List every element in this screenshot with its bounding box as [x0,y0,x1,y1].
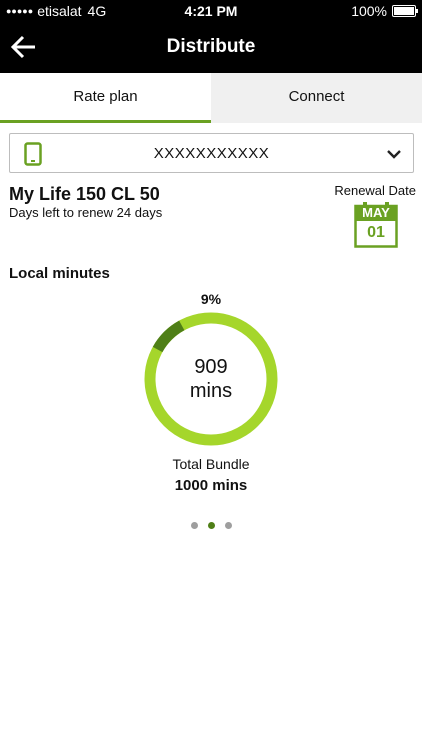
selected-number: XXXXXXXXXXX [153,145,270,162]
calendar-month: MAY [362,205,390,220]
page-dot[interactable] [224,522,232,529]
page-dot[interactable] [207,522,215,529]
status-right: 100% [351,3,418,19]
chevron-down-icon[interactable] [387,149,401,159]
page-dot[interactable] [190,522,198,529]
tab-bar: Rate plan Connect [0,73,422,123]
tab-connect[interactable]: Connect [211,73,422,123]
plan-name: My Life 150 CL 50 [9,184,160,204]
number-selector[interactable]: XXXXXXXXXXX [9,133,414,173]
status-bar: ●●●●● etisalat 4G 4:21 PM 100% [0,0,422,22]
nav-bar: Distribute [0,22,422,73]
remaining-unit: mins [189,380,233,402]
days-left-text: Days left to renew 24 days [9,205,163,220]
tab-label: Connect [288,88,345,105]
renewal-date-label: Renewal Date [334,183,416,198]
remaining-minutes: 909 mins [143,355,279,403]
section-title: Local minutes [9,265,110,282]
usage-percent: 9% [200,291,222,307]
page-indicator [0,522,422,529]
battery-icon [392,5,418,17]
tab-rate-plan[interactable]: Rate plan [0,73,211,123]
total-bundle-value: 1000 mins [174,477,248,494]
total-bundle-label: Total Bundle [172,456,250,472]
remaining-value: 909 [194,356,228,378]
calendar-icon: MAY 01 [354,202,398,248]
page-title: Distribute [166,36,256,57]
calendar-day: 01 [367,224,385,241]
battery-percent: 100% [351,3,387,19]
tab-label: Rate plan [73,88,138,105]
